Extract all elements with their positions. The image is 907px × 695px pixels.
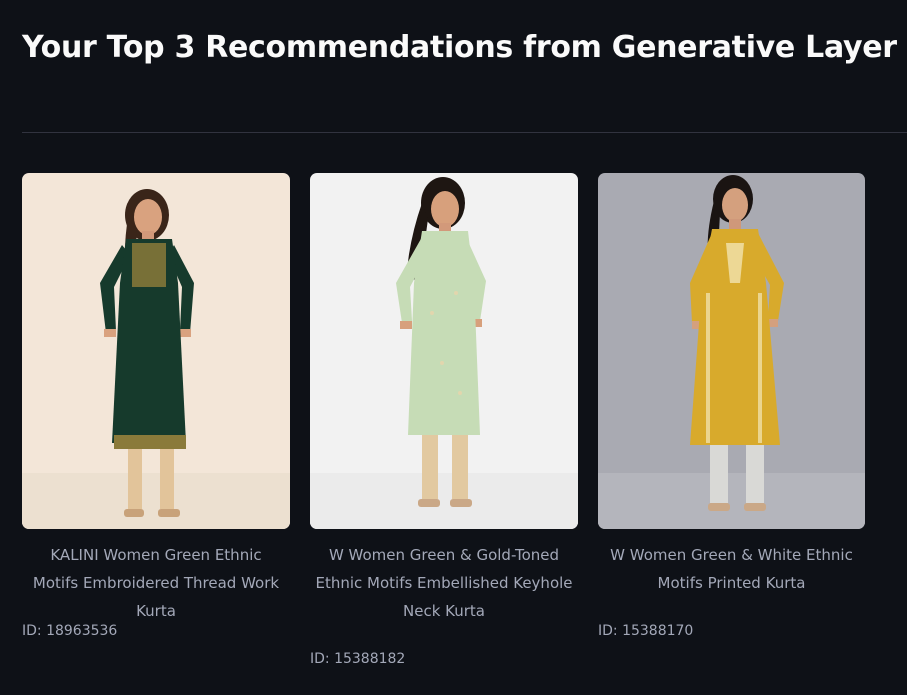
product-id: ID: 15388170 bbox=[598, 623, 694, 639]
product-image[interactable] bbox=[310, 173, 578, 529]
product-card: W Women Green & White Ethnic Motifs Prin… bbox=[598, 173, 865, 597]
recommendations-page: Your Top 3 Recommendations from Generati… bbox=[0, 0, 907, 695]
product-title: KALINI Women Green Ethnic Motifs Embroid… bbox=[32, 546, 280, 620]
product-id: ID: 18963536 bbox=[22, 623, 118, 639]
product-title: W Women Green & White Ethnic Motifs Prin… bbox=[610, 546, 853, 592]
divider bbox=[22, 132, 907, 133]
product-image[interactable] bbox=[598, 173, 865, 529]
product-card: W Women Green & Gold-Toned Ethnic Motifs… bbox=[310, 173, 578, 625]
product-image[interactable] bbox=[22, 173, 290, 529]
product-card: KALINI Women Green Ethnic Motifs Embroid… bbox=[22, 173, 290, 625]
page-title: Your Top 3 Recommendations from Generati… bbox=[22, 30, 897, 65]
product-id: ID: 15388182 bbox=[310, 651, 406, 667]
product-title: W Women Green & Gold-Toned Ethnic Motifs… bbox=[315, 546, 573, 620]
